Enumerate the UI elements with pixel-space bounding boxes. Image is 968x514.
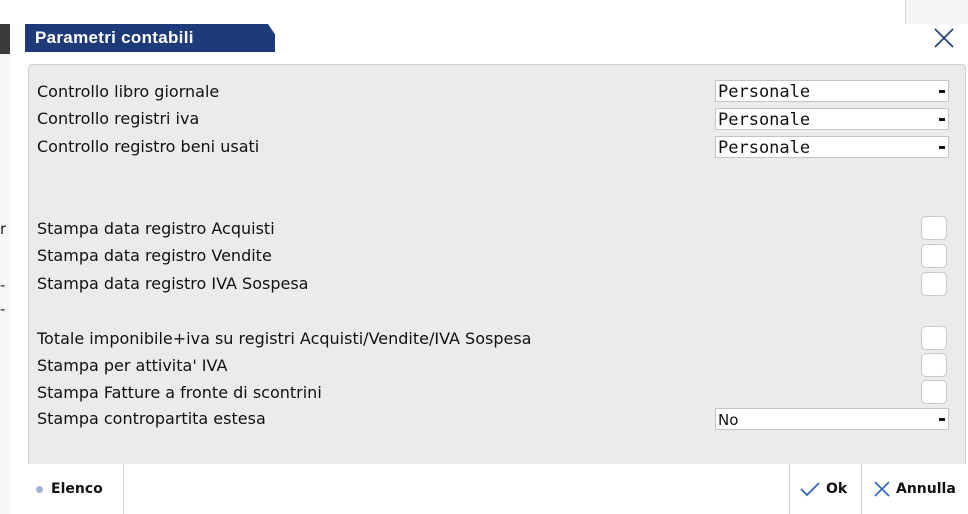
- elenco-label: Elenco: [51, 481, 103, 497]
- dialog-title: Parametri contabili: [35, 28, 194, 47]
- dropdown-arrow-icon: [939, 118, 945, 121]
- background-text-fragment: r: [0, 220, 7, 238]
- footer-separator: [789, 464, 790, 514]
- label-totale-imponibile-iva: Totale imponibile+iva su registri Acquis…: [37, 329, 532, 348]
- checkbox-stampa-fatture-scontrini[interactable]: [921, 380, 947, 404]
- label-stampa-data-vendite: Stampa data registro Vendite: [37, 246, 272, 265]
- background-text-fragment: -: [0, 276, 6, 294]
- select-controllo-registri-iva[interactable]: Personale: [715, 108, 949, 130]
- dialog-title-tab: Parametri contabili: [25, 24, 275, 52]
- footer-separator: [123, 464, 124, 514]
- dialog-footer: Elenco Ok Annulla: [10, 464, 968, 514]
- select-controllo-libro-giornale[interactable]: Personale: [715, 80, 949, 102]
- label-stampa-per-attivita-iva: Stampa per attivita' IVA: [37, 356, 228, 375]
- select-value: No: [718, 411, 739, 429]
- close-button[interactable]: [932, 26, 956, 50]
- select-value: Personale: [718, 82, 811, 102]
- label-stampa-data-acquisti: Stampa data registro Acquisti: [37, 219, 275, 238]
- checkbox-stampa-per-attivita-iva[interactable]: [921, 353, 947, 377]
- ok-label: Ok: [826, 481, 848, 497]
- dropdown-arrow-icon: [939, 418, 945, 421]
- cancel-x-icon: [874, 481, 890, 497]
- checkbox-stampa-data-vendite[interactable]: [921, 244, 947, 268]
- checkbox-stampa-data-acquisti[interactable]: [921, 216, 947, 240]
- label-controllo-libro-giornale: Controllo libro giornale: [37, 82, 220, 101]
- select-value: Personale: [718, 138, 811, 158]
- background-top-strip: [0, 0, 968, 24]
- label-stampa-contropartita-estesa: Stampa contropartita estesa: [37, 409, 266, 428]
- annulla-label: Annulla: [896, 481, 956, 497]
- parametri-contabili-dialog: Parametri contabili Controllo libro gior…: [10, 24, 968, 514]
- elenco-dot-icon: [36, 485, 43, 493]
- dropdown-arrow-icon: [939, 90, 945, 93]
- annulla-button[interactable]: Annulla: [872, 464, 956, 514]
- background-text-fragment: -: [0, 300, 6, 318]
- footer-separator: [861, 464, 862, 514]
- dropdown-arrow-icon: [939, 146, 945, 149]
- label-stampa-fatture-scontrini: Stampa Fatture a fronte di scontrini: [37, 383, 322, 402]
- select-controllo-registro-beni-usati[interactable]: Personale: [715, 136, 949, 158]
- parameters-panel: Controllo libro giornale Personale Contr…: [28, 64, 966, 472]
- checkmark-icon: [800, 482, 820, 497]
- close-x-icon: [934, 28, 954, 48]
- checkbox-totale-imponibile-iva[interactable]: [921, 326, 947, 350]
- select-stampa-contropartita-estesa[interactable]: No: [715, 408, 949, 430]
- elenco-button[interactable]: Elenco: [36, 464, 103, 514]
- label-controllo-registro-beni-usati: Controllo registro beni usati: [37, 137, 260, 156]
- select-value: Personale: [718, 110, 811, 130]
- checkbox-stampa-data-iva-sospesa[interactable]: [921, 272, 947, 296]
- label-stampa-data-iva-sospesa: Stampa data registro IVA Sospesa: [37, 274, 309, 293]
- label-controllo-registri-iva: Controllo registri iva: [37, 109, 200, 128]
- ok-button[interactable]: Ok: [799, 464, 847, 514]
- background-top-right-panel: [905, 0, 968, 24]
